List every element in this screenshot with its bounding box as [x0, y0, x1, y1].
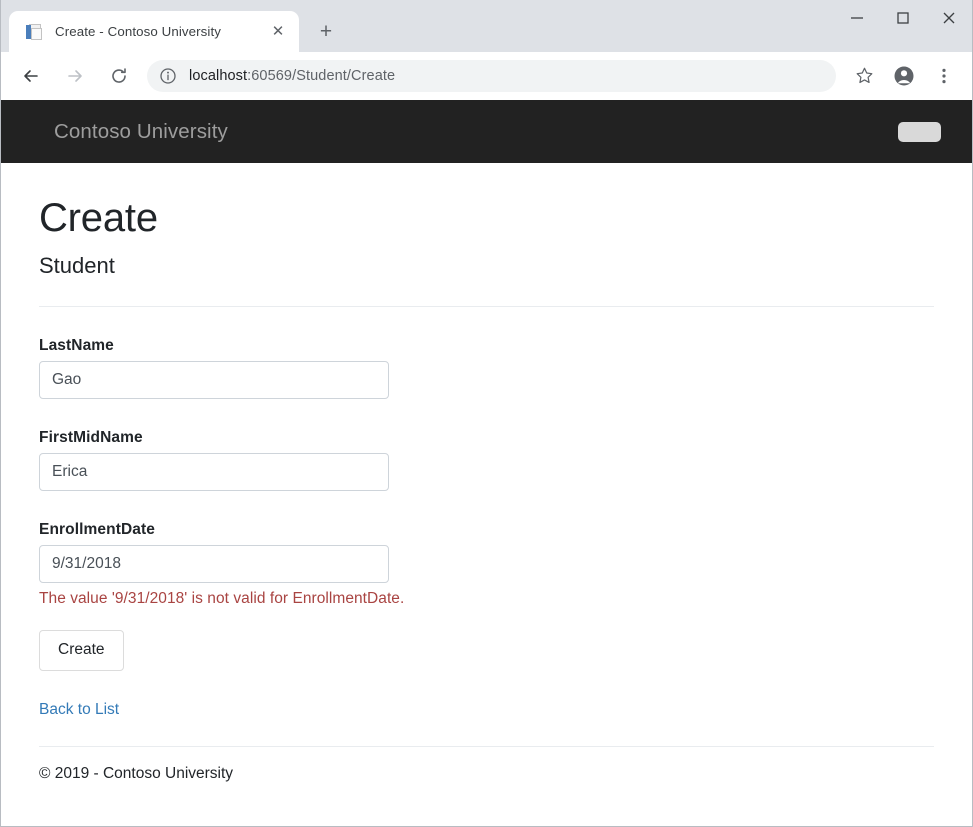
tab-title: Create - Contoso University [55, 24, 267, 39]
form-group-lastname: LastName [39, 337, 934, 399]
browser-toolbar: localhost:60569/Student/Create [1, 52, 972, 100]
lastname-label: LastName [39, 337, 934, 355]
create-submit-button[interactable]: Create [39, 630, 124, 670]
firstmidname-label: FirstMidName [39, 429, 934, 447]
browser-window: Create - Contoso University ✕ + [0, 0, 973, 827]
student-create-form: LastName FirstMidName EnrollmentDate The… [39, 307, 934, 718]
browser-titlebar: Create - Contoso University ✕ + [1, 0, 972, 52]
back-to-list-link[interactable]: Back to List [39, 701, 119, 719]
tab-strip: Create - Contoso University ✕ + [1, 0, 343, 52]
window-controls [834, 0, 972, 36]
page-container: Create Student LastName FirstMidName Enr… [1, 196, 972, 783]
footer-copyright: © 2019 - Contoso University [39, 747, 934, 783]
url-host: localhost [189, 68, 247, 84]
navbar-brand[interactable]: Contoso University [16, 120, 228, 144]
maximize-icon[interactable] [880, 0, 926, 36]
page-subtitle: Student [39, 253, 934, 279]
document-icon [25, 23, 43, 41]
close-window-icon[interactable] [926, 0, 972, 36]
browser-tab[interactable]: Create - Contoso University ✕ [9, 11, 299, 52]
page-title: Create [39, 196, 934, 240]
minimize-icon[interactable] [834, 0, 880, 36]
form-group-enrollmentdate: EnrollmentDate The value '9/31/2018' is … [39, 521, 934, 608]
address-bar[interactable]: localhost:60569/Student/Create [147, 60, 836, 92]
forward-arrow-icon[interactable] [57, 58, 93, 94]
enrollmentdate-validation-error: The value '9/31/2018' is not valid for E… [39, 590, 934, 608]
info-circle-icon[interactable] [159, 67, 177, 85]
three-dot-menu-icon[interactable] [928, 60, 960, 92]
new-tab-button[interactable]: + [309, 14, 343, 48]
url-text: localhost:60569/Student/Create [189, 68, 395, 84]
form-group-firstmidname: FirstMidName [39, 429, 934, 491]
navbar-toggler-icon[interactable] [898, 122, 941, 142]
lastname-input[interactable] [39, 361, 389, 399]
star-icon[interactable] [848, 60, 880, 92]
enrollmentdate-label: EnrollmentDate [39, 521, 934, 539]
reload-icon[interactable] [101, 58, 137, 94]
toolbar-actions [844, 60, 964, 92]
firstmidname-input[interactable] [39, 453, 389, 491]
close-tab-icon[interactable]: ✕ [267, 21, 289, 43]
enrollmentdate-input[interactable] [39, 545, 389, 583]
page-viewport: Contoso University Create Student LastNa… [1, 100, 972, 826]
url-path: :60569/Student/Create [247, 68, 395, 84]
site-navbar: Contoso University [1, 100, 972, 163]
back-arrow-icon[interactable] [13, 58, 49, 94]
account-avatar-icon[interactable] [888, 60, 920, 92]
